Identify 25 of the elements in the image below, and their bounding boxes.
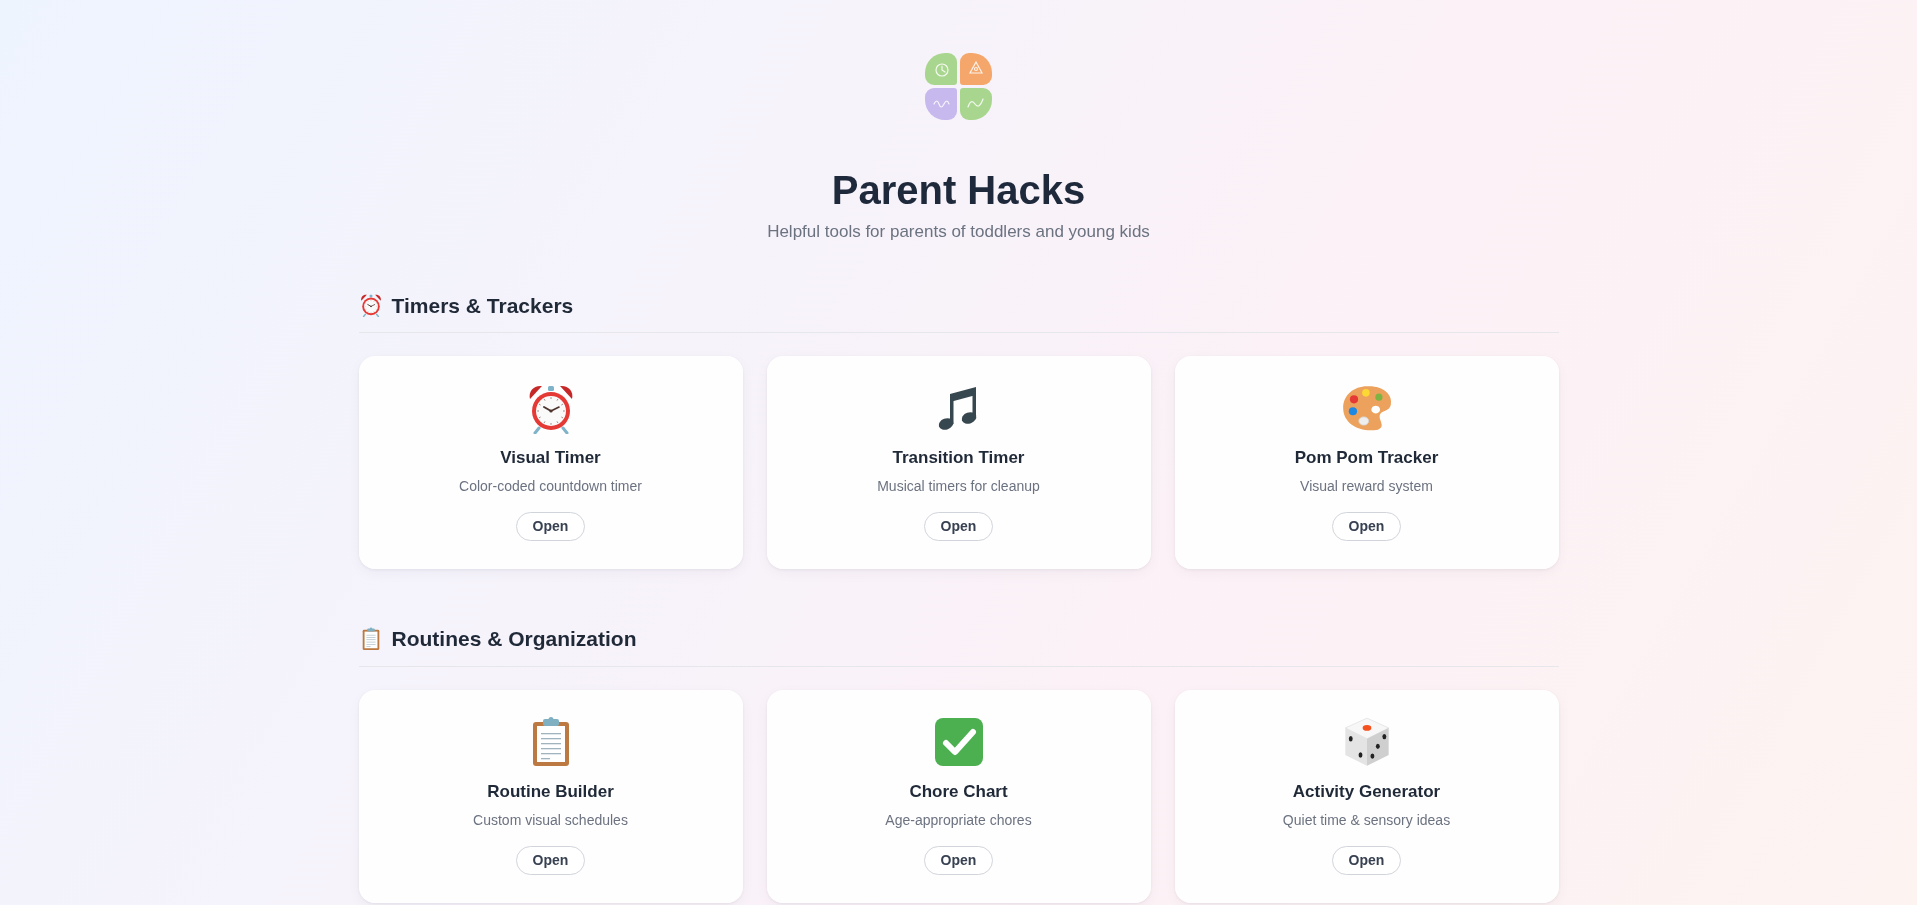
page-title: Parent Hacks (831, 167, 1086, 214)
card-title: Visual Timer (500, 446, 601, 469)
open-button[interactable]: Open (515, 512, 586, 542)
card-title: Pom Pom Tracker (1294, 446, 1439, 469)
section-heading: Routines & Organization (391, 626, 637, 653)
section-heading: Timers & Trackers (391, 292, 574, 319)
alarm-clock-icon (358, 293, 383, 318)
card-description: Age-appropriate chores (885, 810, 1032, 830)
card-description: Visual reward system (1300, 476, 1433, 496)
open-button[interactable]: Open (515, 846, 586, 876)
open-button[interactable]: Open (923, 846, 994, 876)
open-button[interactable]: Open (1331, 846, 1402, 876)
card-description: Custom visual schedules (473, 810, 628, 830)
card-description: Musical timers for cleanup (877, 476, 1040, 496)
card-description: Color-coded countdown timer (459, 476, 642, 496)
page-subtitle: Helpful tools for parents of toddlers and young kids (767, 221, 1150, 243)
card-description: Quiet time & sensory ideas (1282, 810, 1451, 830)
logo-icon (925, 53, 992, 120)
card-title: Activity Generator (1292, 780, 1441, 803)
card-title: Routine Builder (487, 780, 614, 803)
card-title: Chore Chart (909, 780, 1008, 803)
check-mark-icon (932, 715, 985, 768)
open-button[interactable]: Open (923, 512, 994, 542)
card-title: Transition Timer (892, 446, 1025, 469)
open-button[interactable]: Open (1331, 512, 1402, 542)
